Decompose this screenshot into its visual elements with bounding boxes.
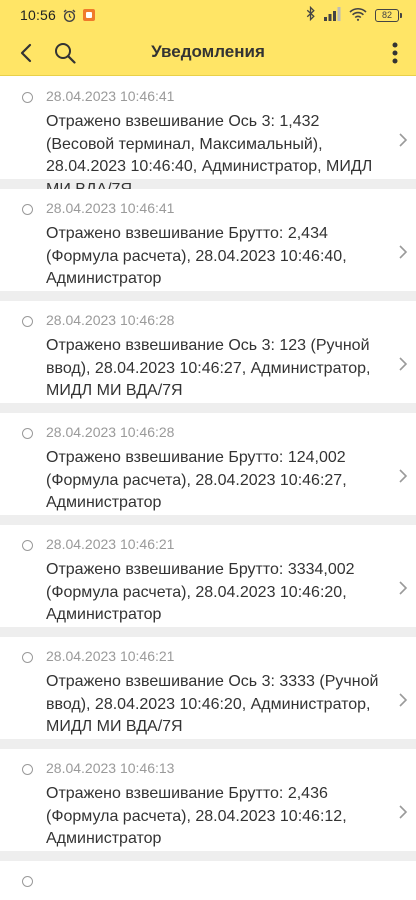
notification-item[interactable]: 28.04.2023 10:46:41 Отражено взвешивание… — [0, 77, 416, 198]
notification-text: Отражено взвешивание Брутто: 2,434 (Форм… — [46, 225, 347, 287]
notification-list: 28.04.2023 10:46:41 Отражено взвешивание… — [0, 77, 416, 900]
more-vertical-icon — [392, 42, 398, 64]
notification-item[interactable]: 28.04.2023 10:46:41 Отражено взвешивание… — [0, 189, 416, 301]
circle-icon — [22, 92, 33, 103]
circle-icon — [22, 204, 33, 215]
search-button[interactable] — [50, 38, 80, 68]
notification-text: Отражено взвешивание Брутто: 2,436 (Форм… — [46, 785, 347, 847]
status-bar: 10:56 82 — [0, 0, 416, 30]
circle-icon — [22, 876, 33, 887]
status-time: 10:56 — [20, 7, 57, 23]
app-bar: Уведомления — [0, 30, 416, 76]
notification-date: 28.04.2023 10:46:28 — [46, 312, 175, 328]
notification-text: Отражено взвешивание Ось 3: 3333 (Ручной… — [46, 673, 379, 735]
notification-item[interactable]: 28.04.2023 10:46:21 Отражено взвешивание… — [0, 637, 416, 749]
status-right: 82 — [306, 5, 402, 24]
chevron-right-icon — [399, 245, 408, 259]
signal-icon — [324, 6, 341, 24]
circle-icon — [22, 316, 33, 327]
back-button[interactable] — [12, 39, 40, 67]
notification-item[interactable]: 28.04.2023 10:46:28 Отражено взвешивание… — [0, 413, 416, 525]
menu-button[interactable] — [380, 38, 410, 68]
app-notification-icon — [83, 9, 96, 21]
chevron-right-icon — [399, 581, 408, 595]
wifi-icon — [349, 7, 367, 24]
chevron-right-icon — [399, 469, 408, 483]
notification-date: 28.04.2023 10:46:41 — [46, 88, 175, 104]
status-left: 10:56 — [20, 7, 96, 23]
alarm-clock-icon — [62, 8, 77, 23]
bluetooth-icon — [306, 5, 316, 24]
circle-icon — [22, 428, 33, 439]
notification-date: 28.04.2023 10:46:41 — [46, 200, 175, 216]
notification-item[interactable]: 28.04.2023 10:46:28 Отражено взвешивание… — [0, 301, 416, 413]
notification-item[interactable]: 28.04.2023 10:46:21 Отражено взвешивание… — [0, 525, 416, 637]
chevron-right-icon — [399, 133, 408, 147]
notification-date: 28.04.2023 10:46:13 — [46, 760, 175, 776]
chevron-right-icon — [399, 357, 408, 371]
circle-icon — [22, 540, 33, 551]
chevron-right-icon — [399, 693, 408, 707]
notification-item-partial[interactable] — [0, 861, 416, 900]
circle-icon — [22, 764, 33, 775]
notification-item[interactable]: 28.04.2023 10:46:13 Отражено взвешивание… — [0, 749, 416, 861]
battery-level: 82 — [375, 8, 399, 22]
notification-date: 28.04.2023 10:46:21 — [46, 536, 175, 552]
notification-text: Отражено взвешивание Брутто: 124,002 (Фо… — [46, 449, 347, 511]
search-icon — [55, 43, 76, 64]
arrow-back-icon — [20, 43, 32, 63]
circle-icon — [22, 652, 33, 663]
notification-date: 28.04.2023 10:46:21 — [46, 648, 175, 664]
notification-text: Отражено взвешивание Ось 3: 1,432 (Весов… — [46, 113, 373, 198]
chevron-right-icon — [399, 805, 408, 819]
notification-text: Отражено взвешивание Ось 3: 123 (Ручной … — [46, 337, 371, 399]
notification-text: Отражено взвешивание Брутто: 3334,002 (Ф… — [46, 561, 355, 623]
notification-date: 28.04.2023 10:46:28 — [46, 424, 175, 440]
battery-icon: 82 — [375, 8, 402, 22]
